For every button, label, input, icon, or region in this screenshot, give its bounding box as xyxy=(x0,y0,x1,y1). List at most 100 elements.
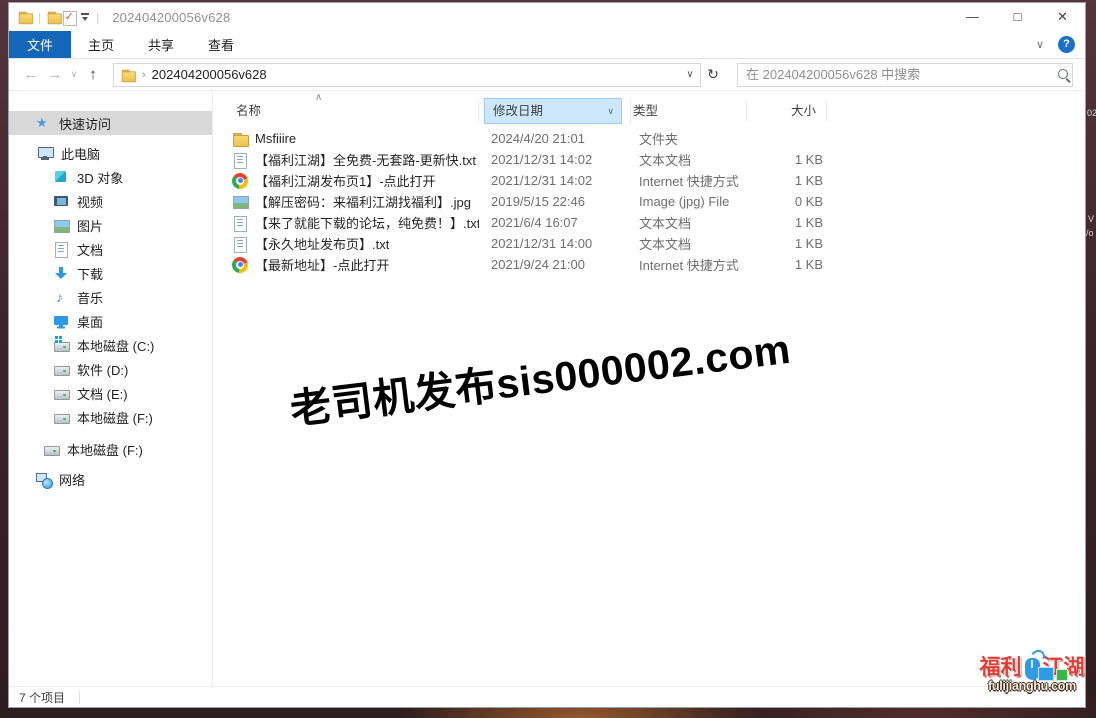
sidebar-item-disk-f2[interactable]: 本地磁盘 (F:) xyxy=(9,437,212,461)
file-type: Internet 快捷方式 xyxy=(637,171,753,190)
sidebar-item-videos[interactable]: 视频 xyxy=(9,189,212,213)
help-icon[interactable]: ? xyxy=(1058,36,1075,53)
file-date: 2021/9/24 21:00 xyxy=(479,257,637,272)
sidebar-item-music[interactable]: 音乐 xyxy=(9,285,212,309)
file-size: 1 KB xyxy=(753,173,833,188)
table-row[interactable]: 【福利江湖发布页1】-点此打开 2021/12/31 14:02 Interne… xyxy=(227,170,1085,191)
sidebar-item-label: 视频 xyxy=(77,192,103,211)
documents-icon xyxy=(53,241,69,257)
address-folder-icon xyxy=(121,67,135,81)
disk-icon xyxy=(43,441,59,457)
column-header-type[interactable]: 类型 xyxy=(631,101,747,121)
sidebar-item-disk-e[interactable]: 文档 (E:) xyxy=(9,381,212,405)
text-file-icon xyxy=(232,215,248,231)
file-date: 2021/6/4 16:07 xyxy=(479,215,637,230)
qat-folder-button[interactable] xyxy=(47,10,61,24)
sidebar-item-disk-d[interactable]: 软件 (D:) xyxy=(9,357,212,381)
table-row[interactable]: Msfiiire 2024/4/20 21:01 文件夹 xyxy=(227,128,1085,149)
file-date: 2021/12/31 14:02 xyxy=(479,173,637,188)
qat-properties-button[interactable] xyxy=(62,10,76,25)
search-icon[interactable] xyxy=(1056,67,1072,83)
sidebar-item-disk-c[interactable]: 本地磁盘 (C:) xyxy=(9,333,212,357)
sidebar-item-quick-access[interactable]: 快速访问 xyxy=(9,111,212,135)
sidebar-item-downloads[interactable]: 下载 xyxy=(9,261,212,285)
table-row[interactable]: 【永久地址发布页】.txt 2021/12/31 14:00 文本文档 1 KB xyxy=(227,233,1085,254)
sidebar-item-label: 本地磁盘 (F:) xyxy=(77,408,153,427)
tab-file[interactable]: 文件 xyxy=(9,31,71,58)
sidebar-item-documents[interactable]: 文档 xyxy=(9,237,212,261)
file-name: 【福利江湖】全免费-无套路-更新快.txt xyxy=(255,150,476,169)
forward-icon[interactable]: → xyxy=(43,66,67,83)
sidebar-item-label: 桌面 xyxy=(77,312,103,331)
chrome-shortcut-icon xyxy=(232,257,248,273)
ribbon-tab-bar: 文件 主页 共享 查看 ∨ ? xyxy=(9,31,1085,59)
sidebar-item-label: 此电脑 xyxy=(61,144,100,163)
file-date: 2024/4/20 21:01 xyxy=(479,131,637,146)
breadcrumb-separator-icon: › xyxy=(142,69,146,81)
file-name: 【福利江湖发布页1】-点此打开 xyxy=(255,171,436,190)
image-file-icon xyxy=(232,194,248,210)
table-row[interactable]: 【来了就能下载的论坛，纯免费！】.txt 2021/6/4 16:07 文本文档… xyxy=(227,212,1085,233)
sidebar-item-label: 快速访问 xyxy=(59,114,111,133)
minimize-button[interactable]: — xyxy=(950,3,995,31)
tab-share[interactable]: 共享 xyxy=(131,31,191,58)
search-input[interactable] xyxy=(738,67,1056,82)
address-box[interactable]: › 202404200056v628 ∨ xyxy=(113,63,701,87)
desktop-background: 02 V /o | | 202404200056v628 — □ ✕ 文件 主页… xyxy=(0,0,1096,718)
text-file-icon xyxy=(232,152,248,168)
column-header-date[interactable]: 修改日期 ∨ xyxy=(484,98,622,124)
file-name: 【永久地址发布页】.txt xyxy=(255,234,389,253)
sidebar-item-label: 文档 (E:) xyxy=(77,384,128,403)
refresh-icon[interactable]: ↻ xyxy=(701,66,725,83)
breadcrumb-path[interactable]: 202404200056v628 xyxy=(152,67,680,82)
navigation-pane: 快速访问 此电脑 3D 对象 视频 图片 xyxy=(9,91,213,686)
sidebar-item-disk-f[interactable]: 本地磁盘 (F:) xyxy=(9,405,212,429)
status-divider xyxy=(79,690,80,704)
sidebar-item-this-pc[interactable]: 此电脑 xyxy=(9,141,212,165)
network-icon xyxy=(35,471,51,487)
back-icon[interactable]: ← xyxy=(19,66,43,83)
qat-customize-dropdown[interactable] xyxy=(79,10,91,24)
qat-separator: | xyxy=(38,10,41,24)
up-icon[interactable]: ↑ xyxy=(81,66,105,83)
sidebar-item-network[interactable]: 网络 xyxy=(9,467,212,491)
file-name-cell: 【最新地址】-点此打开 xyxy=(227,255,479,274)
desktop-text-fragment: V xyxy=(1088,214,1094,224)
tab-view[interactable]: 查看 xyxy=(191,31,251,58)
close-button[interactable]: ✕ xyxy=(1040,3,1085,31)
tab-home[interactable]: 主页 xyxy=(71,31,131,58)
file-name-cell: 【解压密码：来福利江湖找福利】.jpg xyxy=(227,192,479,211)
filter-dropdown-icon[interactable]: ∨ xyxy=(607,98,614,124)
file-type: 文本文档 xyxy=(637,234,753,253)
history-dropdown-icon[interactable]: ∨ xyxy=(67,69,81,80)
column-header-size[interactable]: 大小 xyxy=(747,101,827,121)
table-row[interactable]: 【最新地址】-点此打开 2021/9/24 21:00 Internet 快捷方… xyxy=(227,254,1085,275)
sidebar-item-desktop[interactable]: 桌面 xyxy=(9,309,212,333)
sidebar-item-pictures[interactable]: 图片 xyxy=(9,213,212,237)
pictures-icon xyxy=(53,217,69,233)
folder-icon xyxy=(232,131,248,147)
status-bar: 7 个项目 xyxy=(9,686,1085,707)
items-count: 7 个项目 xyxy=(19,689,65,706)
sidebar-item-label: 文档 xyxy=(77,240,103,259)
file-name-cell: 【福利江湖】全免费-无套路-更新快.txt xyxy=(227,150,479,169)
sidebar-item-3d-objects[interactable]: 3D 对象 xyxy=(9,165,212,189)
maximize-button[interactable]: □ xyxy=(995,3,1040,31)
table-row[interactable]: 【解压密码：来福利江湖找福利】.jpg 2019/5/15 22:46 Imag… xyxy=(227,191,1085,212)
table-row[interactable]: 【福利江湖】全免费-无套路-更新快.txt 2021/12/31 14:02 文… xyxy=(227,149,1085,170)
address-dropdown-icon[interactable]: ∨ xyxy=(680,69,700,80)
file-type: Internet 快捷方式 xyxy=(637,255,753,274)
disk-icon xyxy=(53,385,69,401)
file-name: 【解压密码：来福利江湖找福利】.jpg xyxy=(255,192,471,211)
text-file-icon xyxy=(232,236,248,252)
sidebar-item-label: 音乐 xyxy=(77,288,103,307)
site-logo: 福利 江湖 fulijianghu.com xyxy=(974,648,1090,693)
sidebar-item-label: 本地磁盘 (C:) xyxy=(77,336,154,355)
sidebar-item-label: 3D 对象 xyxy=(77,168,123,187)
3d-objects-icon xyxy=(53,169,69,185)
file-type: 文本文档 xyxy=(637,213,753,232)
window-controls: — □ ✕ xyxy=(950,3,1085,31)
column-header-name[interactable]: 名称 xyxy=(227,101,479,121)
ribbon-collapse-icon[interactable]: ∨ xyxy=(1022,38,1058,51)
file-size: 1 KB xyxy=(753,236,833,251)
